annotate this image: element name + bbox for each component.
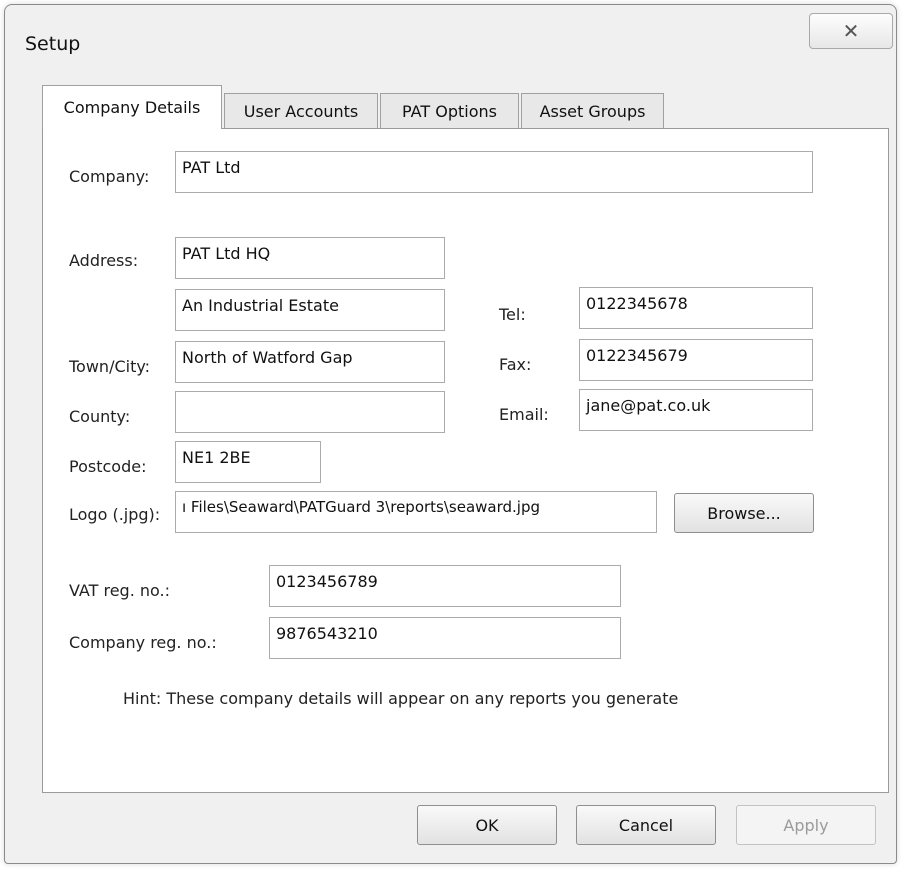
tab-asset-groups[interactable]: Asset Groups	[521, 93, 664, 129]
ok-button[interactable]: OK	[417, 805, 557, 845]
setup-dialog: Setup ✕ Company Details User Accounts PA…	[4, 4, 897, 864]
logo-path-input[interactable]: ı Files\Seaward\PATGuard 3\reports\seawa…	[175, 491, 657, 533]
county-input[interactable]	[175, 391, 445, 433]
tab-label: Company Details	[63, 98, 201, 117]
company-label: Company:	[69, 167, 150, 186]
tab-label: Asset Groups	[539, 102, 646, 121]
town-input[interactable]: North of Watford Gap	[175, 341, 445, 383]
tab-label: User Accounts	[243, 102, 359, 121]
cancel-button[interactable]: Cancel	[576, 805, 716, 845]
town-label: Town/City:	[69, 357, 151, 376]
hint-text: Hint: These company details will appear …	[123, 689, 679, 708]
fax-input[interactable]: 0122345679	[579, 339, 813, 381]
county-label: County:	[69, 407, 131, 426]
tab-company-details[interactable]: Company Details	[42, 85, 222, 129]
logo-label: Logo (.jpg):	[69, 505, 161, 524]
browse-button[interactable]: Browse...	[674, 493, 814, 533]
tel-label: Tel:	[499, 305, 526, 324]
email-label: Email:	[499, 405, 549, 424]
vat-input[interactable]: 0123456789	[269, 565, 621, 607]
tab-label: PAT Options	[402, 102, 497, 121]
company-reg-label: Company reg. no.:	[69, 633, 217, 652]
company-details-panel: Company: PAT Ltd Address: PAT Ltd HQ An …	[42, 128, 889, 793]
dialog-title: Setup	[25, 33, 81, 55]
address-line2-input[interactable]: An Industrial Estate	[175, 289, 445, 331]
close-button[interactable]: ✕	[809, 13, 893, 49]
postcode-input[interactable]: NE1 2BE	[175, 441, 321, 483]
vat-label: VAT reg. no.:	[69, 581, 171, 600]
apply-button[interactable]: Apply	[736, 805, 876, 845]
postcode-label: Postcode:	[69, 457, 147, 476]
address-line1-input[interactable]: PAT Ltd HQ	[175, 237, 445, 279]
fax-label: Fax:	[499, 355, 532, 374]
tel-input[interactable]: 0122345678	[579, 287, 813, 329]
address-label: Address:	[69, 251, 139, 270]
tab-user-accounts[interactable]: User Accounts	[224, 93, 378, 129]
tab-pat-options[interactable]: PAT Options	[380, 93, 519, 129]
company-input[interactable]: PAT Ltd	[175, 151, 813, 193]
company-reg-input[interactable]: 9876543210	[269, 617, 621, 659]
close-icon: ✕	[842, 19, 860, 43]
email-input[interactable]: jane@pat.co.uk	[579, 389, 813, 431]
